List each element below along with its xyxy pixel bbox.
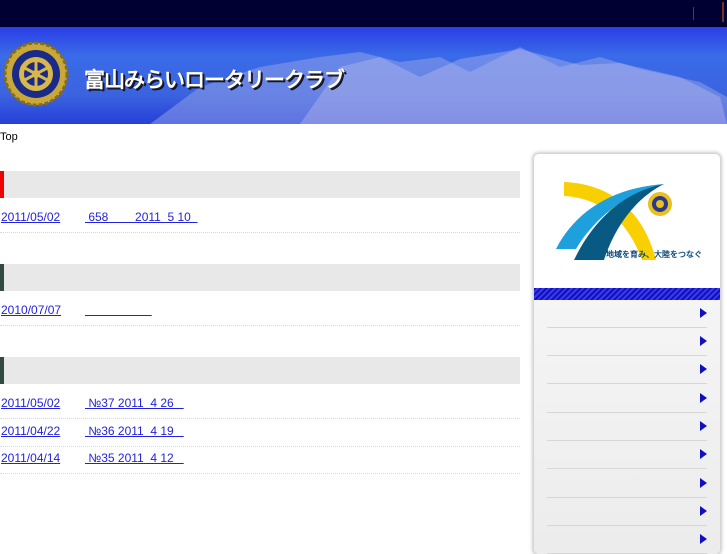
date-link[interactable]: 2011/05/02 [1, 210, 60, 224]
svg-text:地域を育み、大陸をつなぐ: 地域を育み、大陸をつなぐ [606, 249, 702, 259]
arrow-right-icon [700, 393, 707, 403]
list-item: 2011/04/14 №35 2011 4 12 [0, 446, 520, 474]
sidebar-nav-item[interactable] [547, 470, 707, 498]
date-link[interactable]: 2011/05/02 [1, 396, 60, 410]
rotary-emblem-logo[interactable] [3, 41, 69, 107]
site-title[interactable]: 富山みらいロータリークラブ [84, 64, 345, 94]
top-bar [0, 0, 727, 27]
section-header [0, 357, 520, 384]
title-link[interactable]: №35 2011 4 12 [85, 451, 184, 465]
sidebar-nav-item[interactable] [547, 300, 707, 328]
title-link[interactable]: 658 2011 5 10 [85, 210, 198, 224]
title-link[interactable]: №36 2011 4 19 [85, 424, 184, 438]
header-banner: 富山みらいロータリークラブ [0, 27, 727, 124]
breadcrumb: Top [0, 131, 18, 143]
list-item: 2011/04/22 №36 2011 4 19 [0, 419, 520, 447]
section-header [0, 171, 520, 198]
sidebar-nav-item[interactable] [547, 385, 707, 413]
sidebar-nav-item[interactable] [547, 356, 707, 384]
sidebar-nav-item[interactable] [547, 441, 707, 469]
arrow-right-icon [700, 478, 707, 488]
list-item: 2010/07/07 [0, 298, 520, 326]
arrow-right-icon [700, 336, 707, 346]
arrow-right-icon [700, 421, 707, 431]
sidebar-nav-item[interactable] [547, 328, 707, 356]
date-link[interactable]: 2010/07/07 [1, 303, 61, 317]
sidebar-nav-item[interactable] [547, 413, 707, 441]
section-header [0, 264, 520, 291]
list-item: 2011/05/02 №37 2011 4 26 [0, 391, 520, 419]
sidebar-nav-item[interactable] [547, 526, 707, 554]
theme-logo: 地域を育み、大陸をつなぐ [534, 154, 720, 288]
sidebar-stripe [534, 288, 720, 300]
divider [722, 2, 724, 22]
title-link[interactable] [85, 303, 152, 317]
list-item: 2011/05/02 658 2011 5 10 [0, 205, 520, 233]
divider [693, 7, 694, 20]
date-link[interactable]: 2011/04/14 [1, 451, 60, 465]
arrow-right-icon [700, 364, 707, 374]
arrow-right-icon [700, 449, 707, 459]
sidebar: 地域を育み、大陸をつなぐ [534, 154, 720, 554]
arrow-right-icon [700, 308, 707, 318]
arrow-right-icon [700, 534, 707, 544]
title-link[interactable]: №37 2011 4 26 [85, 396, 184, 410]
date-link[interactable]: 2011/04/22 [1, 424, 60, 438]
sidebar-nav-item[interactable] [547, 498, 707, 526]
arrow-right-icon [700, 506, 707, 516]
